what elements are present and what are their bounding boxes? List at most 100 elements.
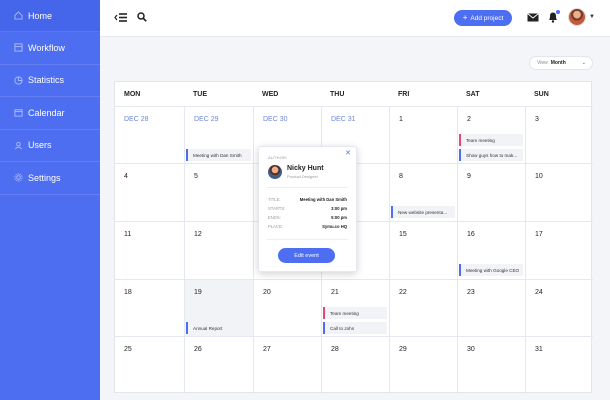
day-cell[interactable]: 24 (525, 279, 593, 336)
users-icon (14, 141, 23, 150)
event-ends-row: ENDS: 5:00 pm (268, 213, 347, 221)
author-avatar (268, 165, 282, 179)
day-number: 8 (399, 173, 403, 180)
day-number: 15 (399, 231, 407, 238)
row-key: ENDS: (268, 214, 281, 220)
calendar-event[interactable]: New website presenta... (391, 206, 455, 218)
calendar-event[interactable]: Show guys how to mak... (459, 149, 523, 161)
day-cell[interactable]: 27 (253, 336, 321, 394)
day-cell[interactable]: 28 (321, 336, 389, 394)
sidebar-item-users[interactable]: Users (0, 130, 100, 162)
edit-event-button[interactable]: Edit event (278, 248, 335, 263)
author-label: AUTHOR: (268, 155, 288, 160)
day-number: DEC 28 (124, 116, 149, 123)
add-project-label: Add project (470, 14, 504, 22)
weekday-header: TUE (193, 90, 207, 98)
sidebar-item-workflow[interactable]: Workflow (0, 32, 100, 65)
day-number: 4 (124, 173, 128, 180)
calendar-event[interactable]: Meeting with Google CEO (459, 264, 523, 276)
day-number: 21 (331, 289, 339, 296)
menu-toggle-button[interactable] (114, 12, 127, 23)
menu-collapse-icon (114, 13, 127, 22)
day-number: 5 (194, 173, 198, 180)
row-value: 5:00 pm (331, 214, 347, 220)
day-cell[interactable]: 29 (389, 336, 457, 394)
weekday-header: SUN (534, 90, 549, 98)
caret-down-icon: ▼ (589, 14, 595, 20)
weekday-header: SAT (466, 90, 480, 98)
day-cell[interactable]: 11 (115, 221, 184, 279)
day-cell[interactable]: 23 (457, 279, 525, 336)
author-role: Product Designer (287, 174, 318, 179)
weekday-header: MON (124, 90, 141, 98)
divider (267, 239, 348, 240)
day-number: 22 (399, 289, 407, 296)
weekday-header: THU (330, 90, 345, 98)
calendar-event[interactable]: Team meeting (459, 134, 523, 146)
add-project-button[interactable]: + Add project (454, 10, 512, 26)
day-cell[interactable]: 25 (115, 336, 184, 394)
row-key: TITLE: (268, 196, 281, 202)
day-cell[interactable]: 31 (525, 336, 593, 394)
sidebar-item-label: Calendar (28, 107, 65, 118)
day-number: 25 (124, 346, 132, 353)
day-cell[interactable]: 20 (253, 279, 321, 336)
day-number: 9 (467, 173, 471, 180)
calendar-event[interactable]: Team meeting (323, 307, 387, 319)
sidebar-item-calendar[interactable]: Calendar (0, 97, 100, 130)
calendar-event[interactable]: Annual Report (186, 322, 251, 334)
day-cell[interactable]: 10 (525, 163, 593, 221)
notification-dot (556, 10, 560, 14)
home-icon (14, 11, 23, 20)
close-icon[interactable]: ✕ (345, 149, 351, 157)
day-number: 1 (399, 116, 403, 123)
sidebar-item-home[interactable]: Home (0, 0, 100, 32)
day-cell[interactable]: 18 (115, 279, 184, 336)
day-number: 19 (194, 289, 202, 296)
search-button[interactable] (137, 12, 147, 22)
weekday-header: FRI (398, 90, 410, 98)
day-number: 11 (124, 231, 132, 238)
author-name: Nicky Hunt (287, 165, 324, 172)
day-number: 30 (467, 346, 475, 353)
day-number: 20 (263, 289, 271, 296)
calendar-event[interactable]: Call to John (323, 322, 387, 334)
day-cell[interactable]: 3 (525, 106, 593, 163)
day-cell[interactable]: 5 (184, 163, 253, 221)
day-cell[interactable]: 9 (457, 163, 525, 221)
day-cell[interactable]: 4 (115, 163, 184, 221)
workflow-icon (14, 43, 23, 52)
view-select-value: Month (550, 60, 566, 66)
sidebar-item-label: Statistics (28, 75, 65, 86)
event-place-row: PLACE: Symu.co HQ (268, 222, 347, 230)
sidebar-item-label: Home (28, 10, 53, 21)
statistics-icon (14, 76, 23, 85)
notifications-button[interactable] (548, 10, 560, 23)
row-key: STARTS: (268, 205, 286, 211)
day-cell[interactable]: 15 (389, 221, 457, 279)
divider (267, 187, 348, 188)
messages-button[interactable] (527, 13, 539, 22)
day-number: 16 (467, 231, 475, 238)
day-cell[interactable]: 22 (389, 279, 457, 336)
day-number: 27 (263, 346, 271, 353)
sidebar-item-label: Workflow (28, 42, 65, 53)
calendar-event[interactable]: Meeting with Dan Smith (186, 149, 251, 161)
day-cell[interactable]: 17 (525, 221, 593, 279)
day-number: 2 (467, 116, 471, 123)
sidebar-item-statistics[interactable]: Statistics (0, 65, 100, 97)
day-cell[interactable]: 30 (457, 336, 525, 394)
view-select[interactable]: View Month ⌄ (529, 56, 593, 70)
sidebar-item-label: Users (28, 140, 52, 151)
calendar-icon (14, 108, 23, 117)
day-number: 31 (535, 346, 543, 353)
day-cell[interactable]: 12 (184, 221, 253, 279)
mail-icon (527, 13, 539, 22)
user-menu[interactable]: ▼ (568, 8, 595, 26)
chevron-down-icon: ⌄ (581, 60, 586, 66)
day-number: 3 (535, 116, 539, 123)
day-cell[interactable]: DEC 28 (115, 106, 184, 163)
sidebar-item-settings[interactable]: Settings (0, 162, 100, 195)
day-cell[interactable]: 26 (184, 336, 253, 394)
day-cell[interactable]: 1 (389, 106, 457, 163)
